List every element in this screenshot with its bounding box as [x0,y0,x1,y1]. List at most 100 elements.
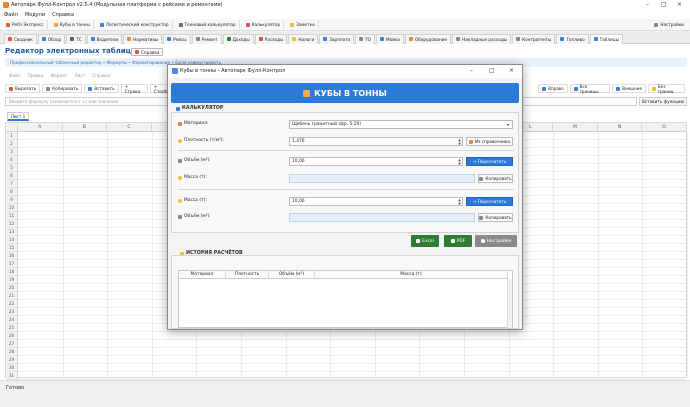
tab-17[interactable]: Таблицы [589,33,623,44]
no-borders-button[interactable]: Без границ [648,84,685,94]
minimize-icon[interactable]: – [646,1,649,8]
tab-10[interactable]: Зарплата [319,33,355,44]
tab-9[interactable]: Налоги [288,33,319,44]
tab-1[interactable]: Обзор [37,33,66,44]
cut-button[interactable]: Вырезать [5,84,41,93]
row-header[interactable]: 3 [6,148,18,156]
copy-volume-button[interactable]: Копировать [478,213,513,222]
column-header[interactable]: C [107,123,152,132]
spinner-icon[interactable]: ▲ ▼ [458,138,461,146]
copy-button[interactable]: Копировать [42,84,83,93]
row-header[interactable]: 14 [6,236,18,244]
sheet-menu-format[interactable]: Формат [51,73,68,78]
row-header[interactable]: 24 [6,316,18,324]
tab-15[interactable]: Контрагенты [512,33,556,44]
tool-express-button[interactable]: Ребз Экспресс [3,20,48,29]
row-header[interactable]: 20 [6,284,18,292]
row-header[interactable]: 9 [6,196,18,204]
row-header[interactable]: 29 [6,356,18,364]
tab-2[interactable]: ТС [66,33,86,44]
history-table[interactable]: Материал Плотность Объём (м³) Масса (т) [178,270,513,328]
tab-6[interactable]: Ремонт [191,33,222,44]
all-borders-button[interactable]: Все границы [569,84,610,94]
select-all-corner[interactable] [6,123,18,132]
row-header[interactable]: 6 [6,172,18,180]
tab-4[interactable]: Нормативы [123,33,163,44]
row-header[interactable]: 10 [6,204,18,212]
tab-0[interactable]: Сводник [4,33,37,44]
row-header[interactable]: 22 [6,300,18,308]
row-header[interactable]: 13 [6,228,18,236]
row-header[interactable]: 1 [6,132,18,140]
row-header[interactable]: 21 [6,292,18,300]
row-header[interactable]: 11 [6,212,18,220]
spinner-icon[interactable]: ▲ ▼ [458,158,461,166]
row-header[interactable]: 27 [6,340,18,348]
maximize-icon[interactable]: □ [661,1,667,8]
row-header[interactable]: 19 [6,276,18,284]
row-header[interactable]: 4 [6,156,18,164]
tab-11[interactable]: ТО [355,33,375,44]
tab-13[interactable]: Оборудование [404,33,452,44]
add-row-button[interactable]: + Строка [120,84,148,94]
sheet-menu-help[interactable]: Справка [92,73,110,78]
dialog-minimize-icon[interactable]: – [470,67,473,74]
tool-settings-button[interactable]: Настройки [651,20,687,29]
row-header[interactable]: 30 [6,364,18,372]
row-header[interactable]: 2 [6,140,18,148]
sheet-tab-1[interactable]: Лист 1 [7,112,29,121]
row-header[interactable]: 26 [6,332,18,340]
density-input[interactable]: 1,476 ▲ ▼ [289,137,463,146]
mass-input[interactable]: 10,00 ▲ ▼ [289,197,463,206]
row-header[interactable]: 25 [6,324,18,332]
close-icon[interactable]: × [677,1,682,8]
menu-modules[interactable]: Модули [25,12,45,18]
column-header[interactable]: M [553,123,598,132]
help-button[interactable]: Справка [131,48,164,56]
row-header[interactable]: 16 [6,252,18,260]
tool-notes-button[interactable]: Заметки [287,20,319,29]
from-catalog-button[interactable]: Из справочника [466,137,513,146]
align-right-button[interactable]: Вправо [537,84,568,93]
dialog-settings-button[interactable]: Настройки [475,235,517,247]
column-header[interactable]: N [597,123,643,132]
row-header[interactable]: 28 [6,348,18,356]
column-header[interactable]: B [62,123,108,132]
menu-help[interactable]: Справка [52,12,74,18]
spinner-icon[interactable]: ▲ ▼ [458,198,461,206]
column-header[interactable]: A [18,123,63,132]
tab-8[interactable]: Расходы [254,33,288,44]
dialog-maximize-icon[interactable]: □ [489,67,495,74]
row-header[interactable]: 31 [6,372,18,380]
history-col-material[interactable]: Материал [179,271,226,279]
export-pdf-button[interactable]: PDF [444,235,472,247]
menu-file[interactable]: Файл [4,12,18,18]
row-header[interactable]: 7 [6,180,18,188]
tab-14[interactable]: Накладные расходы [452,33,512,44]
dialog-close-icon[interactable]: × [509,67,514,74]
tab-7[interactable]: Доходы [222,33,254,44]
row-header[interactable]: 8 [6,188,18,196]
history-scrollbar[interactable] [507,279,512,328]
history-col-density[interactable]: Плотность [226,271,269,279]
paste-button[interactable]: Вставить [84,84,119,93]
row-header[interactable]: 5 [6,164,18,172]
tool-logistics-button[interactable]: Логистический конструктор [97,20,173,29]
export-excel-button[interactable]: Excel [411,235,439,247]
tab-12[interactable]: Мойка [375,33,404,44]
recalc-volume-button[interactable]: → Пересчитать [466,197,513,206]
tool-calculator-button[interactable]: Калькулятор [243,20,285,29]
history-col-mass[interactable]: Масса (т) [315,271,508,279]
tab-16[interactable]: Топливо [556,33,589,44]
row-header[interactable]: 18 [6,268,18,276]
sheet-menu-file[interactable]: Файл [9,73,21,78]
tab-3[interactable]: Водители [86,33,123,44]
row-header[interactable]: 17 [6,260,18,268]
row-header[interactable]: 15 [6,244,18,252]
copy-mass-button[interactable]: Копировать [478,174,513,183]
tab-5[interactable]: Рейсы [163,33,191,44]
volume-input[interactable]: 10,00 ▲ ▼ [289,157,463,166]
recalc-mass-button[interactable]: → Пересчитать [466,157,513,166]
insert-function-button[interactable]: Вставить функцию [639,97,687,106]
row-header[interactable]: 12 [6,220,18,228]
